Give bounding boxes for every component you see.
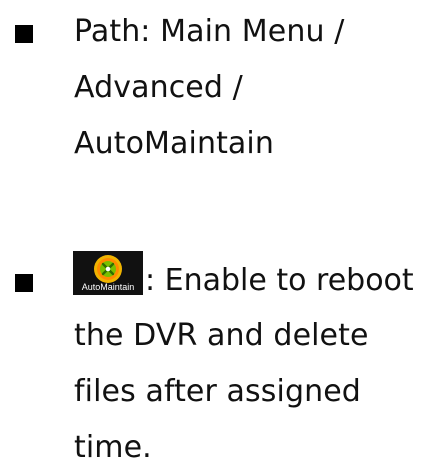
path-line-2: Advanced / bbox=[74, 70, 243, 105]
feature-description-line-2: the DVR and delete bbox=[74, 318, 369, 353]
feature-description-line-3: files after assigned bbox=[74, 374, 361, 409]
bullet-marker bbox=[15, 274, 33, 292]
bullet-marker bbox=[15, 25, 33, 43]
path-line-3: AutoMaintain bbox=[74, 126, 274, 161]
path-line-1: Path: Main Menu / bbox=[74, 14, 345, 49]
auto-maintain-icon: AutoMaintain bbox=[73, 251, 143, 295]
icon-caption: AutoMaintain bbox=[81, 282, 135, 292]
feature-description-line-4: time. bbox=[74, 430, 152, 465]
feature-description-line-1: : Enable to reboot bbox=[145, 263, 414, 298]
